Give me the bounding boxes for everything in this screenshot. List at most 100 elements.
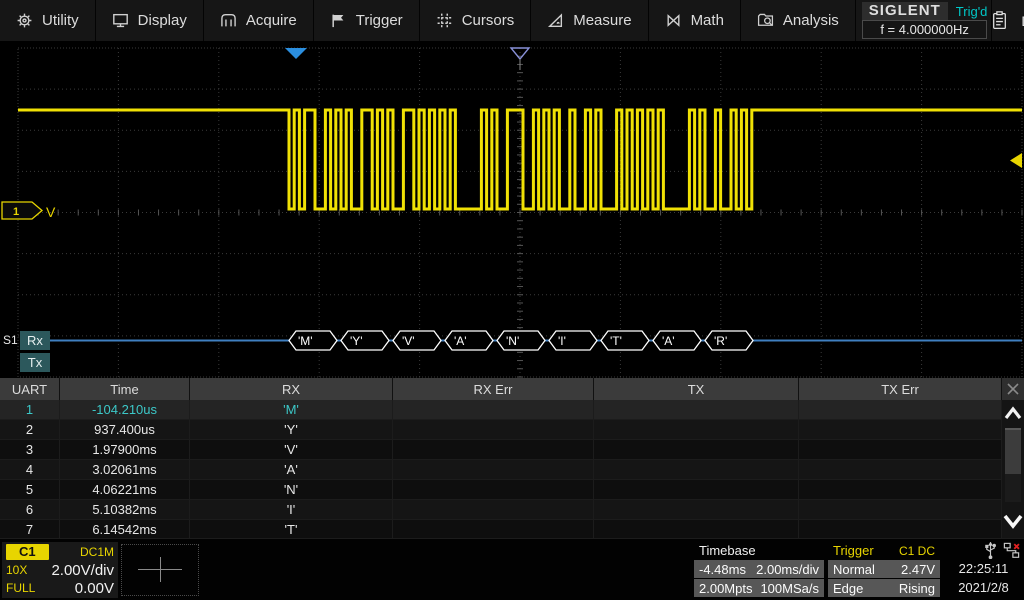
table-cell: 1	[0, 400, 60, 419]
timebase-memory: 2.00Mpts	[699, 581, 752, 596]
table-cell	[393, 420, 594, 439]
trigger-level-marker[interactable]	[1010, 153, 1022, 168]
scroll-down-button[interactable]	[1002, 504, 1024, 538]
decode-bubble-text: 'N'	[506, 334, 519, 348]
analysis-icon	[757, 12, 774, 29]
menu-display[interactable]: Display	[96, 0, 204, 41]
timebase-box[interactable]: Timebase -4.48ms 2.00ms/div 2.00Mpts 100…	[694, 542, 824, 598]
decode-bubble	[289, 331, 337, 350]
channel1-badge: C1	[6, 544, 49, 560]
table-row[interactable]: 31.97900ms'V'	[0, 440, 1002, 460]
trigger-flag-icon	[330, 12, 347, 29]
table-cell: 5	[0, 480, 60, 499]
menu-label: Display	[138, 12, 187, 29]
frequency-counter: f = 4.000000Hz	[862, 20, 988, 39]
decode-bubble	[705, 331, 753, 350]
column-header-time[interactable]: Time	[60, 378, 190, 400]
table-cell	[393, 480, 594, 499]
column-header-tx-err[interactable]: TX Err	[799, 378, 1002, 400]
decode-bubble-text: 'R'	[714, 334, 727, 348]
status-block: SIGLENT Trig'd f = 4.000000Hz	[856, 0, 992, 41]
status-bar: C1 DC1M 10X 2.00V/div FULL 0.00V Timebas…	[0, 538, 1024, 600]
scrollbar-track[interactable]	[1005, 428, 1021, 502]
rx-badge[interactable]: Rx	[20, 331, 50, 350]
decode-button[interactable]: DECODE	[991, 0, 1024, 41]
decode-bubble	[601, 331, 649, 350]
channel1-box[interactable]: C1 DC1M 10X 2.00V/div FULL 0.00V	[2, 542, 118, 598]
channel1-bandwidth: FULL	[6, 581, 35, 595]
channel1-marker-number: 1	[13, 206, 19, 218]
column-header-rx[interactable]: RX	[190, 378, 393, 400]
trigger-type: Edge	[833, 581, 863, 596]
trigger-status: Trig'd	[956, 4, 988, 19]
scroll-up-button[interactable]	[1002, 400, 1024, 426]
trigger-position-marker[interactable]	[511, 48, 529, 59]
table-cell	[393, 400, 594, 419]
trigger-delay-marker[interactable]	[285, 48, 307, 59]
column-header-tx[interactable]: TX	[594, 378, 799, 400]
clock-area: 22:25:11 2021/2/8	[945, 542, 1022, 598]
menu-label: Measure	[573, 12, 631, 29]
table-cell: 7	[0, 520, 60, 539]
tx-badge[interactable]: Tx	[20, 353, 50, 372]
trigger-mode: Normal	[833, 562, 875, 577]
column-header-uart[interactable]: UART	[0, 378, 60, 400]
oscilloscope-screen: Utility Display Acquire	[0, 0, 1024, 600]
decode-list-icon	[992, 11, 1007, 30]
gear-icon	[16, 12, 33, 29]
waveform-display: 1V'M''Y''V''A''N''I''T''A''R' S1 Rx Tx	[0, 43, 1024, 378]
decode-bubble-text: 'V'	[402, 334, 415, 348]
table-row[interactable]: 54.06221ms'N'	[0, 480, 1002, 500]
trigger-box[interactable]: Trigger C1 DC Normal 2.47V Edge Rising	[828, 542, 940, 598]
menu-measure[interactable]: Measure	[531, 0, 648, 41]
table-cell: 'I'	[190, 500, 393, 519]
menu-utility[interactable]: Utility	[0, 0, 96, 41]
table-cell	[799, 500, 1002, 519]
table-row[interactable]: 2937.400us'Y'	[0, 420, 1002, 440]
channel1-waveform	[18, 110, 1022, 209]
scrollbar-thumb[interactable]	[1005, 428, 1021, 474]
acquire-icon	[220, 12, 237, 29]
channel1-attenuation: 10X	[6, 563, 27, 577]
table-cell: 1.97900ms	[60, 440, 190, 459]
channel1-scale: 2.00V/div	[51, 562, 114, 579]
menu-analysis[interactable]: Analysis	[741, 0, 856, 41]
menu-acquire[interactable]: Acquire	[204, 0, 314, 41]
timebase-scale: 2.00ms/div	[756, 562, 819, 577]
math-icon	[665, 12, 682, 29]
table-cell	[594, 500, 799, 519]
menu-cursors[interactable]: Cursors	[420, 0, 532, 41]
decode-bubble	[653, 331, 701, 350]
timebase-title: Timebase	[699, 543, 756, 558]
channel1-marker-unit: V	[46, 204, 56, 220]
menu-label: Math	[691, 12, 724, 29]
menu-math[interactable]: Math	[649, 0, 741, 41]
table-row[interactable]: 65.10382ms'I'	[0, 500, 1002, 520]
trigger-title: Trigger	[833, 543, 874, 558]
close-table-button[interactable]	[1002, 378, 1024, 400]
table-scrollbar	[1002, 378, 1024, 538]
channel1-coupling: DC1M	[80, 545, 114, 559]
table-cell	[393, 460, 594, 479]
menu-trigger[interactable]: Trigger	[314, 0, 420, 41]
channel1-level-marker[interactable]	[2, 202, 42, 219]
trigger-level: 2.47V	[901, 562, 935, 577]
table-cell: 6.14542ms	[60, 520, 190, 539]
column-header-rx-err[interactable]: RX Err	[393, 378, 594, 400]
table-cell	[799, 520, 1002, 539]
table-row[interactable]: 1-104.210us'M'	[0, 400, 1002, 420]
table-cell: 'M'	[190, 400, 393, 419]
add-channel-box[interactable]	[121, 544, 199, 596]
table-cell	[594, 440, 799, 459]
decode-bubble-text: 'Y'	[350, 334, 363, 348]
table-row[interactable]: 43.02061ms'A'	[0, 460, 1002, 480]
cursors-icon	[436, 12, 453, 29]
table-cell: 4.06221ms	[60, 480, 190, 499]
table-cell	[799, 440, 1002, 459]
menu-label: Analysis	[783, 12, 839, 29]
table-row[interactable]: 76.14542ms'T'	[0, 520, 1002, 540]
decode-bus-label: S1	[3, 333, 18, 347]
waveform-layer: 1V'M''Y''V''A''N''I''T''A''R'	[0, 43, 1024, 378]
table-cell: 4	[0, 460, 60, 479]
table-cell: 'T'	[190, 520, 393, 539]
